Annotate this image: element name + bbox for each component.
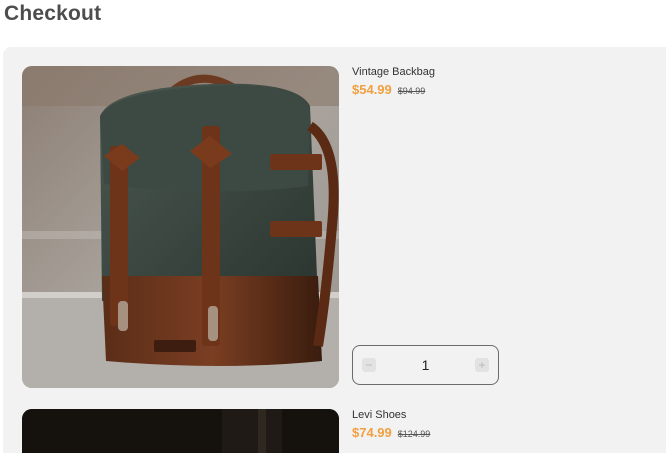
product-old-price: $124.99 bbox=[397, 429, 431, 439]
product-name[interactable]: Levi Shoes bbox=[352, 409, 406, 421]
backpack-photo-icon bbox=[22, 66, 339, 388]
shoes-photo-icon bbox=[22, 409, 339, 453]
cart-item: Levi Shoes $74.99 $124.99 bbox=[3, 407, 666, 453]
product-price: $74.99 bbox=[352, 425, 392, 440]
product-price: $54.99 bbox=[352, 82, 392, 97]
product-name[interactable]: Vintage Backbag bbox=[352, 66, 435, 78]
quantity-stepper: − 1 + bbox=[352, 345, 499, 385]
product-image bbox=[22, 66, 339, 388]
checkout-cart-panel: Vintage Backbag $54.99 $94.99 − 1 + Levi… bbox=[3, 47, 666, 453]
product-image bbox=[22, 409, 339, 453]
price-row: $54.99 $94.99 bbox=[352, 82, 425, 97]
product-old-price: $94.99 bbox=[397, 86, 426, 96]
cart-item: Vintage Backbag $54.99 $94.99 − 1 + bbox=[3, 47, 666, 397]
increase-quantity-button[interactable]: + bbox=[475, 358, 489, 372]
page-title: Checkout bbox=[4, 2, 102, 25]
price-row: $74.99 $124.99 bbox=[352, 425, 430, 440]
